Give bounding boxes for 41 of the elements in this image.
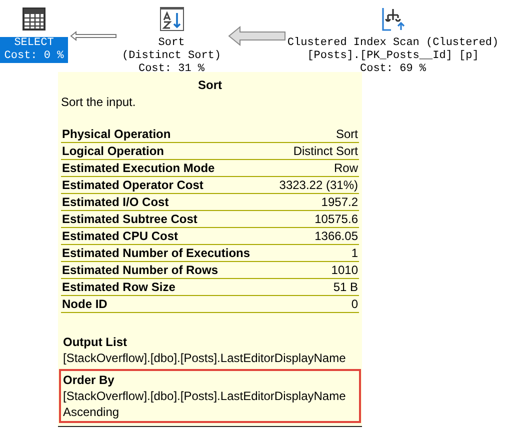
tooltip-description: Sort the input.: [61, 95, 137, 110]
property-value: Sort: [336, 126, 358, 142]
node-label: [Posts].[PK_Posts__Id] [p]: [307, 50, 479, 63]
node-label: Cost: 31 %: [138, 63, 204, 76]
selected-node-label[interactable]: SELECT Cost: 0 %: [0, 37, 68, 63]
property-value: 1010: [331, 262, 358, 278]
property-label: Estimated Number of Rows: [62, 262, 218, 278]
node-label: (Distinct Sort): [122, 50, 222, 63]
property-value: Distinct Sort: [293, 143, 358, 159]
property-value: 1: [351, 245, 358, 261]
property-label: Estimated Execution Mode: [62, 160, 215, 176]
arrow-icon: [70, 31, 117, 41]
property-value: 0: [351, 296, 358, 312]
table-icon: [22, 7, 46, 31]
tree-scan-icon: [381, 7, 405, 31]
section-value: Ascending: [63, 404, 120, 420]
property-value: 1366.05: [314, 228, 358, 244]
section-heading: Output List: [63, 334, 128, 350]
property-label: Estimated Subtree Cost: [62, 211, 198, 227]
sort-icon: [160, 7, 184, 31]
property-value: 1957.2: [321, 194, 358, 210]
property-value: Row: [334, 160, 358, 176]
property-label: Node ID: [62, 296, 108, 312]
node-label: Sort: [158, 37, 185, 50]
section-value: [StackOverflow].[dbo].[Posts].LastEditorDisplayName: [63, 350, 347, 366]
section-heading: Order By: [63, 372, 116, 388]
property-value: 10575.6: [314, 211, 358, 227]
tooltip-title: Sort: [197, 78, 223, 93]
property-label: Estimated Number of Executions: [62, 245, 250, 261]
property-value: 51 B: [333, 279, 358, 295]
property-label: Estimated I/O Cost: [62, 194, 169, 210]
property-label: Estimated CPU Cost: [62, 228, 178, 244]
section-value: [StackOverflow].[dbo].[Posts].LastEditorDisplayName: [63, 388, 347, 404]
node-label: Cost: 69 %: [360, 63, 426, 76]
arrow-icon: [228, 26, 286, 46]
property-label: Estimated Row Size: [62, 279, 176, 295]
property-label: Estimated Operator Cost: [62, 177, 204, 193]
property-value: 3323.22 (31%): [279, 177, 358, 193]
node-label: Clustered Index Scan (Clustered): [287, 37, 499, 50]
property-label: Logical Operation: [62, 143, 164, 159]
property-label: Physical Operation: [62, 126, 171, 142]
